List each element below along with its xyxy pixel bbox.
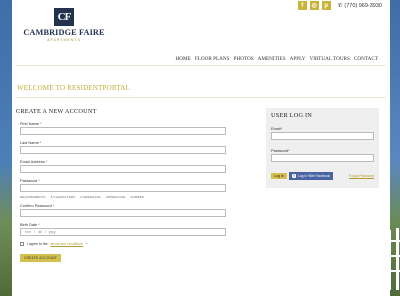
pinterest-icon[interactable]: p: [321, 1, 331, 10]
nav-item-photos[interactable]: PHOTOS: [234, 56, 254, 62]
phone-icon: ✆: [337, 2, 343, 9]
login-email-label: Email*: [271, 126, 283, 131]
nav-item-virtual-tours[interactable]: VIRTUAL TOURS: [310, 56, 350, 62]
login-password-label: Password*: [271, 148, 290, 153]
create-account-form: First Name * Last Name * Email Address *…: [20, 121, 226, 264]
terms-checkbox[interactable]: [20, 242, 24, 246]
facebook-login-button[interactable]: f Log In With Facebook: [289, 172, 334, 180]
title-divider: [16, 97, 386, 98]
nav-item-amenities[interactable]: AMENITIES: [258, 56, 286, 62]
dob-month[interactable]: mm: [25, 230, 31, 234]
email-input[interactable]: [20, 165, 226, 173]
logo-name: CAMBRIDGE FAIRE: [23, 28, 105, 37]
last-name-input[interactable]: [20, 146, 226, 154]
terms-link[interactable]: terms and conditions: [51, 242, 83, 246]
confirm-password-input[interactable]: [20, 209, 226, 217]
logo-monogram: CF: [54, 8, 74, 26]
requirement-length: 8 CHARACTERS: [50, 195, 76, 199]
requirement-title: REQUIREMENTS: [20, 195, 46, 199]
facebook-icon[interactable]: f: [297, 1, 307, 10]
instagram-icon[interactable]: ◎: [309, 1, 319, 10]
requirement-number: NUMBER: [130, 195, 145, 199]
password-requirements: REQUIREMENTS 8 CHARACTERS LOWERCASE UPPE…: [20, 195, 226, 199]
login-heading: USER LOG IN: [271, 112, 313, 119]
facebook-login-label: Log In With Facebook: [298, 174, 331, 178]
nav-item-home[interactable]: HOME: [176, 56, 191, 62]
nav-item-contact[interactable]: CONTACT: [354, 56, 378, 62]
main-nav: HOME FLOOR PLANS PHOTOS AMENITIES APPLY …: [176, 56, 378, 62]
requirement-uppercase: UPPERCASE: [105, 195, 126, 199]
login-button[interactable]: Log In: [271, 173, 287, 179]
page-title: WELCOME TO RESIDENTPORTAL: [17, 84, 131, 92]
birth-date-input[interactable]: mm / dd / yyyy: [20, 228, 226, 236]
first-name-input[interactable]: [20, 127, 226, 135]
login-password-input[interactable]: [271, 154, 374, 162]
login-email-input[interactable]: [271, 132, 374, 140]
forgot-password-link[interactable]: Forgot Password: [349, 174, 374, 178]
dob-day[interactable]: dd: [38, 230, 42, 234]
background-left: [0, 0, 12, 296]
top-bar: f ◎ p ✆ (770) 969-3930: [297, 1, 382, 10]
page: f ◎ p ✆ (770) 969-3930 CF CAMBRIDGE FAIR…: [12, 0, 390, 296]
requirement-lowercase: LOWERCASE: [80, 195, 101, 199]
create-account-button[interactable]: CREATE ACCOUNT: [20, 254, 61, 262]
logo[interactable]: CF CAMBRIDGE FAIRE APARTMENTS: [19, 8, 109, 42]
phone-link[interactable]: ✆ (770) 969-3930: [338, 3, 382, 9]
nav-item-floor-plans[interactable]: FLOOR PLANS: [195, 56, 230, 62]
nav-divider: [16, 65, 386, 66]
create-account-heading: CREATE A NEW ACCOUNT: [16, 108, 97, 115]
facebook-icon: f: [292, 174, 296, 178]
terms-prefix: I agree to the: [27, 242, 48, 246]
dob-year[interactable]: yyyy: [49, 230, 56, 234]
password-input[interactable]: [20, 184, 226, 192]
nav-item-apply[interactable]: APPLY: [290, 56, 306, 62]
logo-subtitle: APARTMENTS: [47, 38, 81, 42]
login-panel: USER LOG IN Email* Password* Log In f Lo…: [266, 108, 379, 188]
phone-number: (770) 969-3930: [344, 2, 382, 9]
terms-row: I agree to the terms and conditions *: [20, 242, 226, 246]
terms-required: *: [85, 242, 88, 246]
